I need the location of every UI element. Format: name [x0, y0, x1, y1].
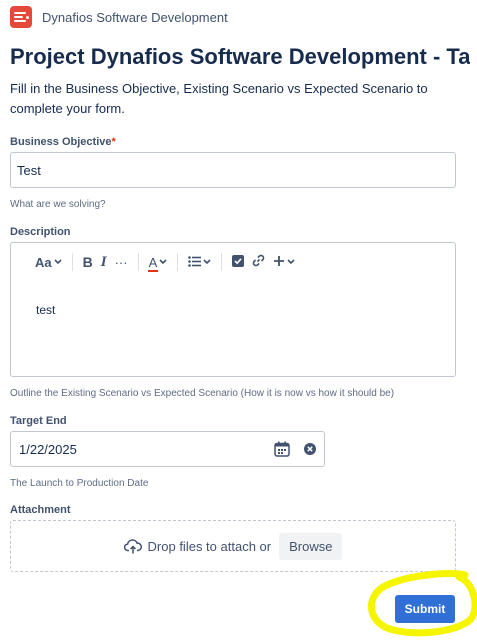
clear-date-icon[interactable] [304, 443, 316, 455]
target-end-value: 1/22/2025 [19, 441, 77, 457]
business-objective-value: Test [17, 162, 41, 178]
business-objective-input[interactable]: Test [10, 152, 456, 188]
calendar-icon[interactable] [274, 441, 290, 457]
chevron-down-icon [203, 257, 211, 267]
toolbar-divider [221, 253, 223, 271]
form-intro: Fill in the Business Objective, Existing… [10, 81, 428, 116]
business-objective-help: What are we solving? [10, 199, 106, 210]
bullet-list-button[interactable] [184, 251, 215, 273]
text-color-underline [147, 269, 158, 272]
required-mark: * [111, 136, 116, 148]
bullet-list-icon [188, 255, 202, 270]
insert-button[interactable] [269, 251, 299, 273]
chevron-down-icon [54, 257, 62, 267]
link-icon [252, 254, 265, 270]
toolbar-divider [137, 253, 139, 271]
description-content[interactable]: test [36, 303, 55, 317]
business-objective-label: Business Objective* [10, 136, 116, 148]
editor-toolbar: Aa B I ··· A [31, 251, 299, 273]
text-style-button[interactable]: Aa [31, 251, 66, 273]
chevron-down-icon [287, 257, 295, 267]
page-title: Project Dynafios Software Development - … [10, 44, 470, 69]
project-name: Dynafios Software Development [42, 9, 228, 25]
submit-button[interactable]: Submit [395, 595, 455, 623]
target-end-label: Target End [10, 415, 67, 427]
attachment-label: Attachment [10, 504, 71, 516]
toolbar-divider [71, 253, 73, 271]
cloud-upload-icon [123, 538, 142, 554]
checkbox-action-button[interactable] [228, 251, 248, 273]
browse-button[interactable]: Browse [279, 532, 343, 560]
attachment-dropzone[interactable]: Drop files to attach or Browse [10, 520, 456, 572]
italic-button[interactable]: I [97, 251, 111, 273]
more-formatting-button[interactable]: ··· [111, 251, 132, 273]
target-end-date-field[interactable]: 1/22/2025 [10, 431, 325, 467]
drop-files-text: Drop files to attach or [147, 538, 272, 554]
description-help: Outline the Existing Scenario vs Expecte… [10, 388, 395, 399]
chevron-down-icon [159, 257, 167, 267]
text-color-button[interactable]: A [145, 251, 172, 273]
plus-icon [273, 255, 285, 270]
description-label: Description [10, 226, 71, 238]
project-logo-icon [10, 6, 32, 28]
target-end-help: The Launch to Production Date [10, 478, 149, 489]
checkbox-icon [232, 254, 245, 270]
link-button[interactable] [248, 251, 269, 273]
toolbar-divider [177, 253, 179, 271]
project-header: Dynafios Software Development [10, 6, 228, 28]
description-editor[interactable]: Aa B I ··· A test [10, 242, 456, 377]
bold-button[interactable]: B [79, 251, 97, 273]
